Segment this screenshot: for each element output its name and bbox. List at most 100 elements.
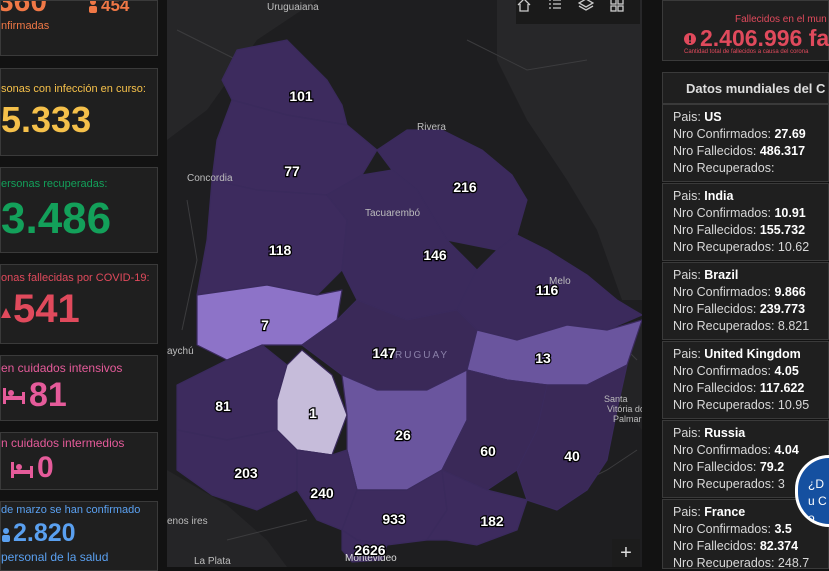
confirmed-card: 360 nfirmadas 454 bbox=[0, 0, 158, 56]
region-value-label: 1 bbox=[309, 405, 317, 421]
pais-label: Pais: bbox=[673, 268, 705, 282]
country-name: United Kingdom bbox=[704, 347, 801, 361]
list-icon[interactable] bbox=[547, 0, 575, 23]
bed-icon bbox=[11, 460, 33, 478]
home-icon[interactable] bbox=[516, 0, 544, 23]
bed-icon bbox=[3, 386, 25, 404]
intermediate-card: n cuidados intermedios 0 bbox=[0, 432, 158, 490]
health-workers-card: de marzo se han confirmado 2.820 persona… bbox=[0, 501, 158, 571]
confirmed-count: 3.5 bbox=[774, 522, 792, 536]
fallecidos-label: Nro Fallecidos: bbox=[673, 144, 760, 158]
deceased-card: onas fallecidas por COVID-19: 541 bbox=[0, 264, 158, 344]
active-card: sonas con infección en curso: 5.333 bbox=[0, 68, 158, 156]
place-label: La Plata bbox=[194, 556, 231, 567]
place-label: Tacuarembó bbox=[365, 208, 420, 219]
recovered-count: 8.821 bbox=[777, 319, 810, 333]
fallecidos-label: Nro Fallecidos: bbox=[673, 381, 760, 395]
recuperados-label: Nro Recuperados: bbox=[673, 556, 778, 569]
pais-label: Pais: bbox=[673, 426, 705, 440]
region-value-label: 118 bbox=[269, 242, 292, 258]
confirmed-value: 360 bbox=[0, 0, 48, 18]
intermediate-value: 0 bbox=[37, 451, 54, 484]
deaths-count: 486.317 bbox=[759, 144, 806, 158]
fallecidos-label: Nro Fallecidos: bbox=[673, 302, 760, 316]
country-name-row: Pais: United Kingdom bbox=[673, 346, 828, 363]
department-soriano[interactable] bbox=[176, 344, 288, 441]
country-name-row: Pais: India bbox=[673, 188, 828, 205]
recovered-row: Nro Recuperados: 10.95 bbox=[673, 397, 828, 414]
region-value-label: 26 bbox=[395, 427, 411, 443]
place-label-line: Vitória do bbox=[607, 404, 642, 414]
region-value-label: 7 bbox=[261, 317, 269, 333]
person-icon bbox=[87, 1, 99, 13]
deaths-count: 79.2 bbox=[759, 460, 785, 474]
deaths-count: 82.374 bbox=[759, 539, 799, 553]
country-card-brazil: Pais: Brazil Nro Confirmados: 9.866 Nro … bbox=[662, 262, 829, 340]
recuperados-label: Nro Recuperados: bbox=[673, 319, 778, 333]
country-name: Brazil bbox=[704, 268, 739, 282]
place-label: RUGUAY bbox=[395, 350, 449, 361]
region-value-label: 81 bbox=[215, 398, 231, 414]
recovered-count: 10.62 bbox=[777, 240, 810, 254]
world-data-title: Datos mundiales del C bbox=[686, 81, 826, 96]
recuperados-label: Nro Recuperados: bbox=[673, 477, 778, 491]
country-name: US bbox=[704, 110, 722, 124]
map-canvas[interactable]: Uruguaiana Concordia Rivera Tacuarembó M… bbox=[167, 0, 642, 567]
department-paysandu[interactable] bbox=[196, 179, 348, 296]
intermediate-label: n cuidados intermedios bbox=[1, 436, 125, 450]
country-name: France bbox=[704, 505, 746, 519]
region-value-label: 60 bbox=[480, 443, 496, 459]
recuperados-label: Nro Recuperados: bbox=[673, 240, 778, 254]
region-value-label: 182 bbox=[480, 513, 504, 529]
layers-icon[interactable] bbox=[578, 0, 606, 23]
map-toolbar bbox=[516, 0, 640, 24]
deaths-row: Nro Fallecidos: 82.374 bbox=[673, 538, 828, 555]
recovered-count: 248.7 bbox=[777, 556, 810, 569]
pais-label: Pais: bbox=[673, 189, 705, 203]
recuperados-label: Nro Recuperados: bbox=[673, 161, 775, 175]
region-value-label: 146 bbox=[423, 247, 447, 263]
confirmed-row: Nro Confirmados: 27.69 bbox=[673, 126, 828, 143]
country-name: Russia bbox=[704, 426, 746, 440]
icu-label: en cuidados intensivos bbox=[1, 361, 123, 375]
world-deaths-label: Fallecidos en el mun bbox=[735, 14, 827, 25]
warning-icon bbox=[1, 305, 11, 318]
region-value-label: 13 bbox=[535, 350, 551, 366]
region-value-label: 116 bbox=[536, 282, 559, 298]
confirmed-row: Nro Confirmados: 4.04 bbox=[673, 442, 828, 459]
place-label-line: Santa bbox=[604, 394, 628, 404]
health-workers-label-top: de marzo se han confirmado bbox=[1, 504, 141, 516]
pais-label: Pais: bbox=[673, 347, 705, 361]
fallecidos-label: Nro Fallecidos: bbox=[673, 223, 760, 237]
confirmados-label: Nro Confirmados: bbox=[673, 285, 775, 299]
deceased-value: 541 bbox=[13, 287, 80, 331]
confirmed-sub-value: 454 bbox=[101, 0, 130, 15]
place-label-line: Palmar bbox=[613, 414, 642, 424]
recovered-card: ersonas recuperadas: 3.486 bbox=[0, 167, 158, 253]
world-deaths-value: 2.406.996 fall bbox=[700, 25, 829, 51]
health-workers-label-bottom: personal de la salud bbox=[1, 550, 109, 564]
place-label: enos ires bbox=[167, 516, 208, 527]
recovered-label: ersonas recuperadas: bbox=[1, 178, 108, 190]
uruguay-map[interactable]: Uruguaiana Concordia Rivera Tacuarembó M… bbox=[167, 0, 642, 567]
confirmed-label: nfirmadas bbox=[1, 20, 50, 32]
grid-icon[interactable] bbox=[609, 0, 637, 23]
place-label: Concordia bbox=[187, 173, 233, 184]
recovered-row: Nro Recuperados: 10.62 bbox=[673, 239, 828, 256]
deaths-row: Nro Fallecidos: 117.622 bbox=[673, 380, 828, 397]
info-icon bbox=[684, 32, 696, 45]
region-value-label: 147 bbox=[372, 345, 396, 361]
confirmed-count: 27.69 bbox=[774, 127, 806, 141]
confirmados-label: Nro Confirmados: bbox=[673, 522, 775, 536]
country-card-india: Pais: India Nro Confirmados: 10.91 Nro F… bbox=[662, 183, 829, 261]
deaths-row: Nro Fallecidos: 155.732 bbox=[673, 222, 828, 239]
deaths-count: 155.732 bbox=[759, 223, 806, 237]
confirmed-row: Nro Confirmados: 4.05 bbox=[673, 363, 828, 380]
recovered-row: Nro Recuperados: 8.821 bbox=[673, 318, 828, 335]
active-label: sonas con infección en curso: bbox=[1, 83, 146, 95]
deaths-row: Nro Fallecidos: 239.773 bbox=[673, 301, 828, 318]
recovered-count: 3 bbox=[777, 477, 785, 491]
active-value: 5.333 bbox=[1, 99, 92, 140]
recovered-row: Nro Recuperados: bbox=[673, 160, 828, 177]
zoom-in-button[interactable]: + bbox=[612, 539, 640, 567]
